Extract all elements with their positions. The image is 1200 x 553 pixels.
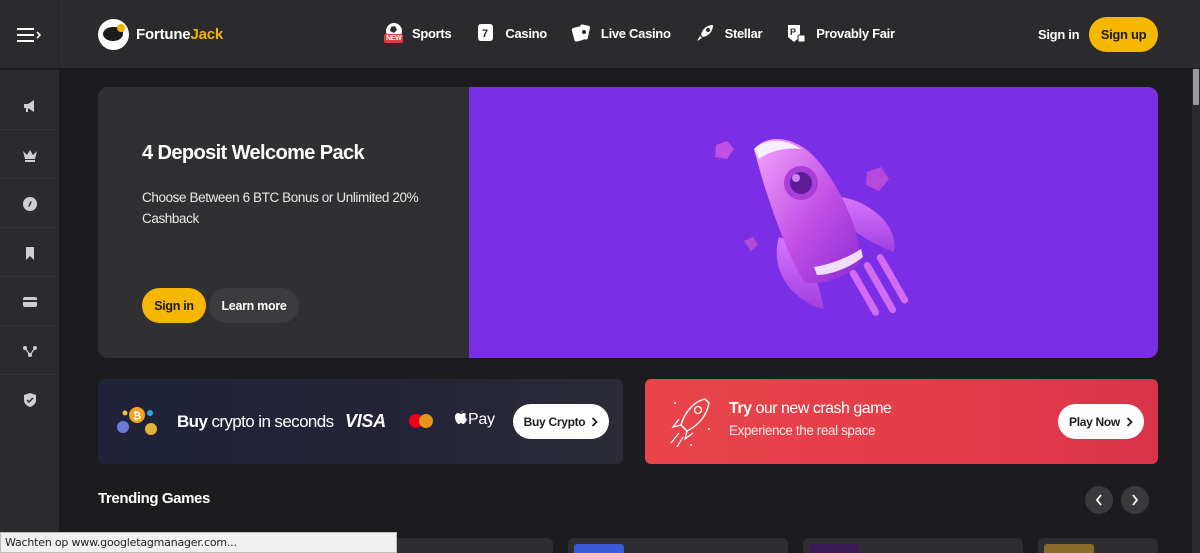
purple-rocket-illustration — [715, 139, 909, 316]
page-scrollbar[interactable] — [1192, 69, 1200, 553]
network-icon — [22, 345, 37, 357]
header-sign-up-button[interactable]: Sign up — [1089, 17, 1158, 52]
apple-pay-logo: Pay — [454, 410, 495, 429]
slot-seven-icon: 7 — [473, 21, 497, 45]
rocket-icon — [693, 21, 717, 45]
apple-icon — [455, 410, 467, 424]
mastercard-icon — [409, 414, 433, 428]
menu-toggle-button[interactable] — [0, 0, 59, 69]
buy-crypto-text: Buy crypto in seconds — [177, 412, 334, 432]
crash-title-rest: our new crash game — [751, 400, 892, 417]
crypto-coins-icon: ₿ — [117, 407, 157, 435]
svg-text:₿: ₿ — [133, 410, 141, 422]
trending-prev-button[interactable] — [1085, 486, 1113, 514]
game-tile[interactable] — [568, 538, 788, 553]
main-nav: NEW Sports 7 Casino Live Casino Stellar … — [380, 21, 917, 45]
nav-live-casino[interactable]: Live Casino — [569, 21, 671, 45]
play-now-button[interactable]: Play Now — [1058, 404, 1144, 439]
new-badge: NEW — [384, 34, 404, 43]
svg-text:7: 7 — [482, 28, 488, 40]
sidebar-item-explore[interactable] — [0, 180, 59, 228]
card-icon — [22, 296, 37, 307]
bookmark-icon — [25, 246, 34, 260]
crash-game-subtitle: Experience the real space — [729, 423, 876, 438]
nav-casino-label: Casino — [505, 25, 547, 41]
hero-learn-more-button[interactable]: Learn more — [209, 288, 299, 323]
nav-provably-fair-label: Provably Fair — [816, 25, 895, 41]
game-tile[interactable] — [390, 538, 553, 553]
megaphone-icon — [23, 99, 34, 112]
visa-logo: VISA — [345, 411, 386, 431]
logo[interactable]: FortuneJack — [98, 19, 223, 50]
logo-text-jack: Jack — [190, 26, 224, 43]
nav-stellar-label: Stellar — [724, 25, 763, 41]
provably-fair-icon: P — [784, 21, 808, 45]
sidebar-item-vip[interactable] — [0, 131, 59, 179]
scroll-thumb[interactable] — [1193, 69, 1199, 105]
sidebar-item-affiliate[interactable] — [0, 327, 59, 375]
game-tile[interactable] — [1038, 538, 1158, 553]
crown-icon — [22, 149, 37, 162]
trending-games-heading: Trending Games — [98, 490, 210, 507]
game-thumbnail — [574, 544, 624, 553]
buy-crypto-text-bold: Buy — [177, 412, 208, 431]
logo-icon — [98, 19, 129, 50]
nav-sports[interactable]: NEW Sports — [380, 21, 452, 45]
sidebar — [0, 70, 59, 553]
trending-next-button[interactable] — [1121, 486, 1149, 514]
header-sign-in-link[interactable]: Sign in — [1038, 27, 1080, 42]
hero-title: 4 Deposit Welcome Pack — [142, 142, 365, 164]
crash-game-title: Try our new crash game — [729, 400, 892, 418]
nav-sports-label: Sports — [412, 25, 452, 41]
chevron-left-icon — [1095, 494, 1102, 506]
buy-crypto-button[interactable]: Buy Crypto — [513, 404, 609, 439]
buy-crypto-card: ₿ Buy crypto in seconds VISA Pay Buy Cry… — [98, 379, 623, 464]
crash-title-bold: Try — [729, 400, 752, 417]
logo-text-fortune: Fortune — [136, 26, 191, 43]
game-thumbnail — [809, 544, 859, 553]
cards-icon — [569, 21, 593, 45]
sidebar-item-promotions[interactable] — [0, 82, 59, 130]
sidebar-item-payments[interactable] — [0, 278, 59, 326]
hero-image-panel — [469, 87, 1158, 358]
game-tile[interactable] — [803, 538, 1023, 553]
chevron-right-icon — [1132, 494, 1139, 506]
top-bar: FortuneJack NEW Sports 7 Casino Live Cas… — [0, 0, 1200, 69]
hero-sign-in-button[interactable]: Sign in — [142, 288, 206, 323]
apple-pay-text: Pay — [468, 411, 495, 428]
nav-stellar[interactable]: Stellar — [693, 21, 763, 45]
nav-provably-fair[interactable]: P Provably Fair — [784, 21, 895, 45]
sidebar-item-security[interactable] — [0, 376, 59, 424]
crash-game-card: Try our new crash game Experience the re… — [645, 379, 1158, 464]
browser-status-bar: Wachten op www.googletagmanager.com... — [0, 532, 397, 553]
hamburger-icon — [17, 27, 42, 42]
sidebar-item-favorites[interactable] — [0, 229, 59, 277]
buy-crypto-text-rest: crypto in seconds — [207, 412, 334, 431]
hero-description: Choose Between 6 BTC Bonus or Unlimited … — [142, 190, 419, 226]
rocket-outline-icon — [670, 398, 710, 448]
hero-banner: 4 Deposit Welcome Pack Choose Between 6 … — [98, 87, 1158, 358]
buy-crypto-button-label: Buy Crypto — [523, 414, 586, 429]
compass-icon — [22, 196, 37, 211]
nav-casino[interactable]: 7 Casino — [473, 21, 547, 45]
soccer-ball-icon: NEW — [380, 21, 404, 45]
shield-icon — [23, 393, 36, 407]
nav-live-casino-label: Live Casino — [600, 25, 671, 41]
svg-text:P: P — [790, 27, 796, 37]
chevron-right-icon — [1126, 416, 1133, 427]
chevron-right-icon — [592, 416, 599, 427]
hero-text-panel: 4 Deposit Welcome Pack Choose Between 6 … — [98, 87, 469, 358]
play-now-button-label: Play Now — [1069, 414, 1120, 429]
game-thumbnail — [1044, 544, 1094, 553]
